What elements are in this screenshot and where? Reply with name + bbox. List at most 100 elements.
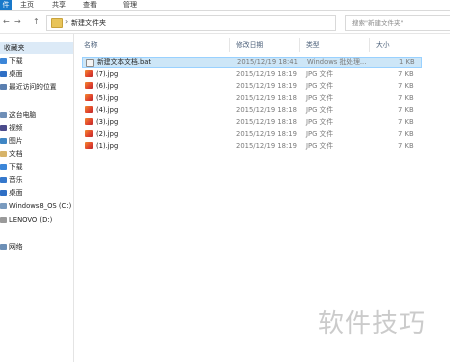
jpg-file-icon — [85, 70, 93, 77]
nav-item-label: 视频 — [9, 124, 23, 132]
jpg-file-icon — [85, 94, 93, 101]
nav-item-label: 文档 — [9, 150, 23, 158]
file-name: (4).jpg — [96, 106, 119, 114]
ribbon-tabs: 件 主页 共享 查看 管理 — [0, 0, 450, 11]
file-date: 2015/12/19 18:19 — [236, 130, 297, 138]
jpg-file-icon — [85, 142, 93, 149]
file-date: 2015/12/19 18:18 — [236, 118, 297, 126]
file-size: 7 KB — [398, 94, 414, 102]
forward-button[interactable]: → — [14, 17, 21, 27]
file-row[interactable]: (6).jpg 2015/12/19 18:19 JPG 文件 7 KB — [82, 81, 420, 91]
tab-share[interactable]: 共享 — [52, 0, 66, 10]
file-type: JPG 文件 — [306, 118, 334, 126]
file-type: JPG 文件 — [306, 70, 334, 78]
network-icon — [0, 244, 7, 250]
tab-view[interactable]: 查看 — [83, 0, 97, 10]
navigation-pane: 收藏夹 下载 桌面 最近访问的位置 这台电脑 视频 图片 文档 下载 音乐 桌面 — [0, 34, 74, 362]
breadcrumb-chevron-icon: › — [65, 17, 69, 26]
documents-icon — [0, 151, 7, 157]
desktop-icon — [0, 190, 7, 196]
file-row[interactable]: (2).jpg 2015/12/19 18:19 JPG 文件 7 KB — [82, 129, 420, 139]
file-date: 2015/12/19 18:19 — [236, 82, 297, 90]
file-type: JPG 文件 — [306, 82, 334, 90]
file-date: 2015/12/19 18:19 — [236, 70, 297, 78]
bat-file-icon — [86, 59, 94, 67]
search-input[interactable]: 搜索"新建文件夹" — [345, 15, 450, 31]
address-bar[interactable]: › 新建文件夹 — [46, 15, 336, 31]
folder-icon — [51, 18, 63, 28]
address-bar-row: ← → ↑ › 新建文件夹 搜索"新建文件夹" — [0, 11, 450, 34]
jpg-file-icon — [85, 118, 93, 125]
file-size: 1 KB — [399, 58, 415, 66]
jpg-file-icon — [85, 82, 93, 89]
file-name: (7).jpg — [96, 70, 119, 78]
download-icon — [0, 164, 7, 170]
nav-favorites[interactable]: 收藏夹 — [0, 42, 73, 54]
nav-item-label: 桌面 — [9, 70, 23, 78]
drive-icon — [0, 217, 7, 223]
jpg-file-icon — [85, 130, 93, 137]
file-type: JPG 文件 — [306, 142, 334, 150]
file-row[interactable]: (7).jpg 2015/12/19 18:19 JPG 文件 7 KB — [82, 69, 420, 79]
nav-item-label: 网络 — [9, 243, 23, 251]
column-divider[interactable] — [229, 38, 230, 52]
up-button[interactable]: ↑ — [33, 17, 40, 27]
file-row[interactable]: (1).jpg 2015/12/19 18:19 JPG 文件 7 KB — [82, 141, 420, 151]
file-type: JPG 文件 — [306, 106, 334, 114]
file-type: JPG 文件 — [306, 94, 334, 102]
breadcrumb-current-folder[interactable]: 新建文件夹 — [71, 18, 106, 28]
file-date: 2015/12/19 18:18 — [236, 106, 297, 114]
nav-item-label: 下载 — [9, 163, 23, 171]
file-size: 7 KB — [398, 142, 414, 150]
nav-item-label: 收藏夹 — [4, 44, 25, 52]
tab-file[interactable]: 件 — [0, 0, 12, 10]
pictures-icon — [0, 138, 7, 144]
file-date: 2015/12/19 18:19 — [236, 142, 297, 150]
file-name: (5).jpg — [96, 94, 119, 102]
file-type: Windows 批处理... — [307, 58, 367, 66]
nav-item-label: 音乐 — [9, 176, 23, 184]
computer-icon — [0, 112, 7, 118]
music-icon — [0, 177, 7, 183]
watermark: 软件技巧 — [318, 309, 427, 339]
column-divider[interactable] — [299, 38, 300, 52]
file-size: 7 KB — [398, 118, 414, 126]
nav-item-label: Windows8_OS (C:) — [9, 202, 72, 210]
file-type: JPG 文件 — [306, 130, 334, 138]
file-size: 7 KB — [398, 106, 414, 114]
nav-item-label: 桌面 — [9, 189, 23, 197]
jpg-file-icon — [85, 106, 93, 113]
nav-item-label: 图片 — [9, 137, 23, 145]
desktop-icon — [0, 71, 7, 77]
file-row[interactable]: (5).jpg 2015/12/19 18:18 JPG 文件 7 KB — [82, 93, 420, 103]
nav-item-label: LENOVO (D:) — [9, 216, 53, 224]
nav-item-label: 最近访问的位置 — [9, 83, 57, 91]
download-icon — [0, 58, 7, 64]
file-size: 7 KB — [398, 70, 414, 78]
file-row[interactable]: (3).jpg 2015/12/19 18:18 JPG 文件 7 KB — [82, 117, 420, 127]
search-placeholder: 搜索"新建文件夹" — [352, 19, 404, 27]
column-header-name[interactable]: 名称 — [84, 40, 98, 50]
tab-home[interactable]: 主页 — [20, 0, 34, 10]
column-header-type[interactable]: 类型 — [306, 40, 320, 50]
file-name: (1).jpg — [96, 142, 119, 150]
drive-icon — [0, 203, 7, 209]
file-name: 新建文本文档.bat — [97, 58, 152, 66]
recent-icon — [0, 84, 7, 90]
file-row[interactable]: 新建文本文档.bat 2015/12/19 18:41 Windows 批处理.… — [82, 57, 422, 68]
file-row[interactable]: (4).jpg 2015/12/19 18:18 JPG 文件 7 KB — [82, 105, 420, 115]
file-name: (3).jpg — [96, 118, 119, 126]
file-name: (6).jpg — [96, 82, 119, 90]
tab-manage[interactable]: 管理 — [123, 0, 137, 10]
column-divider[interactable] — [369, 38, 370, 52]
nav-item-label: 这台电脑 — [9, 111, 37, 119]
back-button[interactable]: ← — [3, 17, 10, 27]
column-header-date[interactable]: 修改日期 — [236, 40, 263, 50]
video-icon — [0, 125, 7, 131]
nav-item-label: 下载 — [9, 57, 23, 65]
file-size: 7 KB — [398, 130, 414, 138]
column-header-size[interactable]: 大小 — [376, 40, 390, 50]
file-date: 2015/12/19 18:18 — [236, 94, 297, 102]
file-size: 7 KB — [398, 82, 414, 90]
file-date: 2015/12/19 18:41 — [237, 58, 298, 66]
